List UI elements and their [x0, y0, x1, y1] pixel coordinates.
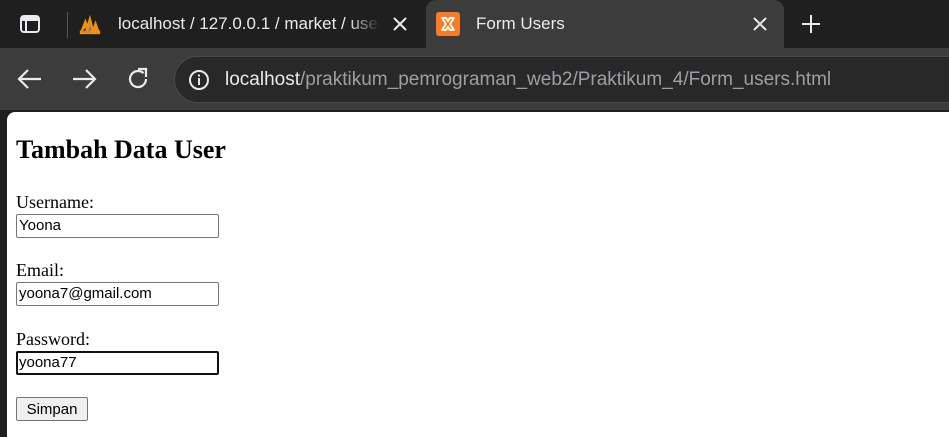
page-content: Tambah Data User Username: Yoona Email: … [7, 112, 949, 437]
address-bar[interactable]: localhost/praktikum_pemrograman_web2/Pra… [174, 56, 949, 103]
browser-window: PMA localhost / 127.0.0.1 / market / use… [0, 0, 949, 437]
plus-icon[interactable] [797, 10, 825, 38]
close-icon[interactable] [386, 10, 414, 38]
username-input[interactable]: Yoona [16, 214, 219, 238]
back-arrow-icon[interactable] [14, 63, 46, 95]
url-text: localhost/praktikum_pemrograman_web2/Pra… [225, 69, 831, 91]
email-input[interactable]: yoona7@gmail.com [16, 282, 219, 306]
forward-arrow-icon[interactable] [68, 63, 100, 95]
svg-text:PMA: PMA [82, 30, 90, 34]
password-label: Password: [16, 329, 91, 349]
tab-title: localhost / 127.0.0.1 / market / users [118, 14, 380, 33]
xampp-icon [436, 12, 460, 36]
tab-divider [67, 12, 68, 38]
info-icon[interactable] [187, 68, 211, 92]
tab-actions-icon[interactable] [12, 10, 48, 38]
close-icon[interactable] [746, 10, 774, 38]
tab-form-users[interactable]: Form Users [426, 0, 784, 48]
password-input[interactable]: yoona77 [16, 351, 219, 375]
tab-strip: PMA localhost / 127.0.0.1 / market / use… [0, 0, 949, 48]
tab-phpmyadmin[interactable]: PMA localhost / 127.0.0.1 / market / use… [70, 0, 424, 48]
reload-icon[interactable] [122, 63, 154, 95]
url-path: /praktikum_pemrograman_web2/Praktikum_4/… [300, 68, 832, 90]
url-host: localhost [225, 68, 300, 90]
browser-toolbar: localhost/praktikum_pemrograman_web2/Pra… [0, 48, 949, 110]
tab-title: Form Users [476, 14, 565, 33]
submit-button[interactable]: Simpan [16, 397, 88, 421]
page-title: Tambah Data User [16, 135, 226, 164]
username-label: Username: [16, 192, 94, 212]
phpmyadmin-icon: PMA [78, 12, 102, 36]
email-label: Email: [16, 260, 64, 280]
